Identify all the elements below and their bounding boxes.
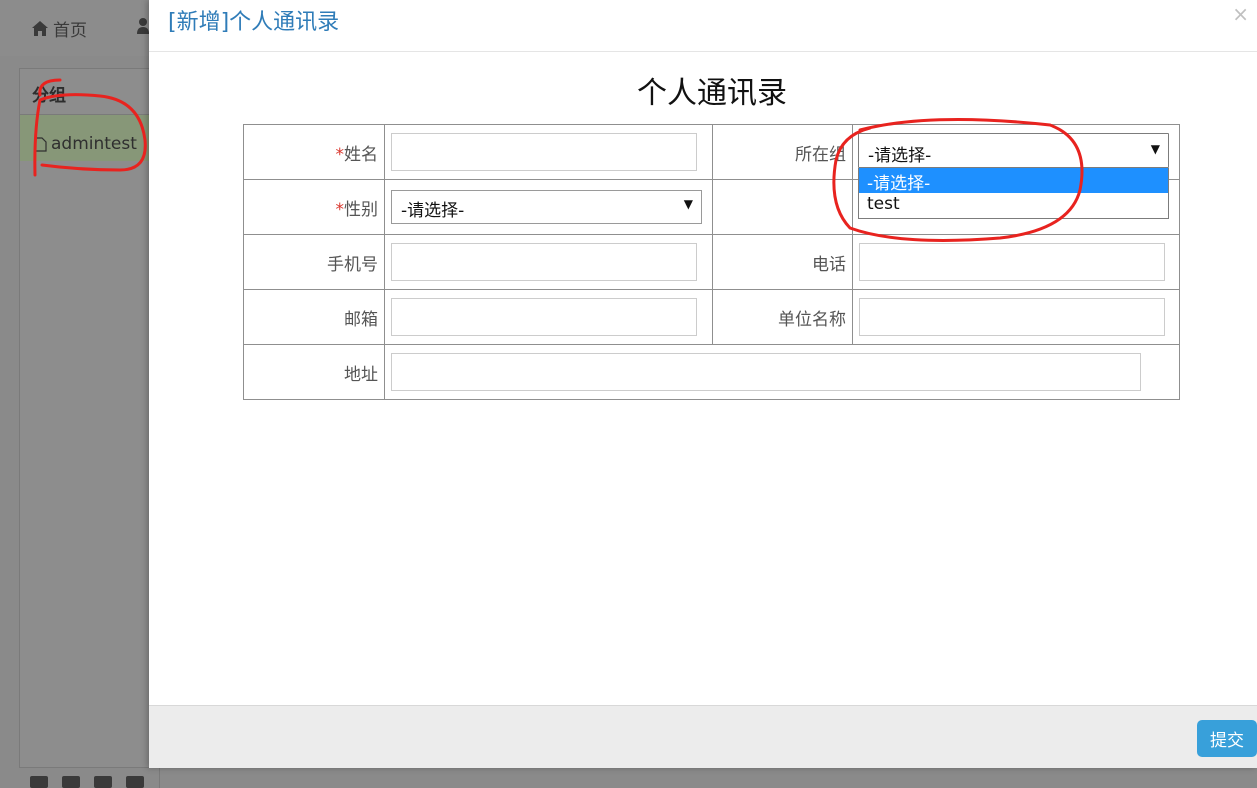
submit-button[interactable]: 提交	[1197, 720, 1257, 757]
panel-divider	[159, 768, 294, 788]
group-select-open: -请选择- ▼ -请选择- test	[858, 133, 1169, 219]
group-options-list: -请选择- test	[858, 168, 1169, 219]
edit-icon[interactable]	[62, 776, 80, 788]
name-label-text: 姓名	[344, 144, 378, 165]
gender-select[interactable]: -请选择- ▼	[391, 190, 702, 224]
company-label: 单位名称	[712, 289, 853, 345]
required-mark: *	[335, 144, 345, 165]
home-icon	[32, 21, 48, 36]
group-label: 所在组	[712, 124, 853, 180]
phone-cell	[852, 234, 1180, 290]
group-item[interactable]: admintest	[20, 115, 158, 161]
address-input[interactable]	[391, 353, 1141, 391]
company-input[interactable]	[859, 298, 1165, 336]
dropdown-arrow-icon: ▼	[1150, 142, 1160, 156]
name-input[interactable]	[391, 133, 697, 171]
user-icon[interactable]	[137, 18, 149, 34]
form-row: 邮箱 单位名称	[243, 289, 1180, 345]
top-navbar: 首页	[0, 0, 160, 56]
add-icon[interactable]	[30, 776, 48, 788]
group-panel-title: 分组	[20, 69, 158, 115]
gender-label: *性别	[243, 179, 385, 235]
modal-title: [新增]个人通讯录	[168, 10, 340, 35]
group-select-value: -请选择-	[868, 146, 932, 166]
company-cell	[852, 289, 1180, 345]
modal-footer: 提交	[149, 705, 1257, 768]
mobile-cell	[384, 234, 713, 290]
mobile-input[interactable]	[391, 243, 697, 281]
group-option[interactable]: -请选择-	[859, 168, 1168, 194]
empty-label	[712, 179, 853, 235]
address-cell	[384, 344, 1180, 400]
gender-label-text: 性别	[344, 199, 378, 220]
form-title: 个人通讯录	[637, 76, 787, 111]
modal-header: [新增]个人通讯录 ×	[149, 0, 1257, 52]
group-item-label: admintest	[51, 134, 137, 154]
address-label: 地址	[243, 344, 385, 400]
delete-icon[interactable]	[94, 776, 112, 788]
name-label: *姓名	[243, 124, 385, 180]
form-row: 地址	[243, 344, 1180, 400]
file-icon	[34, 136, 47, 152]
email-cell	[384, 289, 713, 345]
mobile-label: 手机号	[243, 234, 385, 290]
form-row: 手机号 电话	[243, 234, 1180, 290]
dropdown-arrow-icon: ▼	[683, 197, 693, 211]
refresh-icon[interactable]	[126, 776, 144, 788]
email-label: 邮箱	[243, 289, 385, 345]
close-icon[interactable]: ×	[1232, 2, 1249, 26]
email-input[interactable]	[391, 298, 697, 336]
group-select[interactable]: -请选择- ▼	[858, 133, 1169, 168]
phone-input[interactable]	[859, 243, 1165, 281]
required-mark: *	[335, 199, 345, 220]
phone-label: 电话	[712, 234, 853, 290]
gender-cell: -请选择- ▼	[384, 179, 713, 235]
nav-home[interactable]: 首页	[32, 16, 87, 41]
nav-home-label: 首页	[53, 21, 87, 41]
gender-select-value: -请选择-	[401, 201, 465, 221]
add-contact-modal: [新增]个人通讯录 × 个人通讯录 *姓名 所在组 *性别 -请选择- ▼ 手机…	[149, 0, 1257, 768]
group-option[interactable]: test	[859, 193, 1168, 218]
group-panel: 分组 admintest	[19, 68, 159, 768]
name-cell	[384, 124, 713, 180]
panel-toolbar	[30, 776, 144, 788]
